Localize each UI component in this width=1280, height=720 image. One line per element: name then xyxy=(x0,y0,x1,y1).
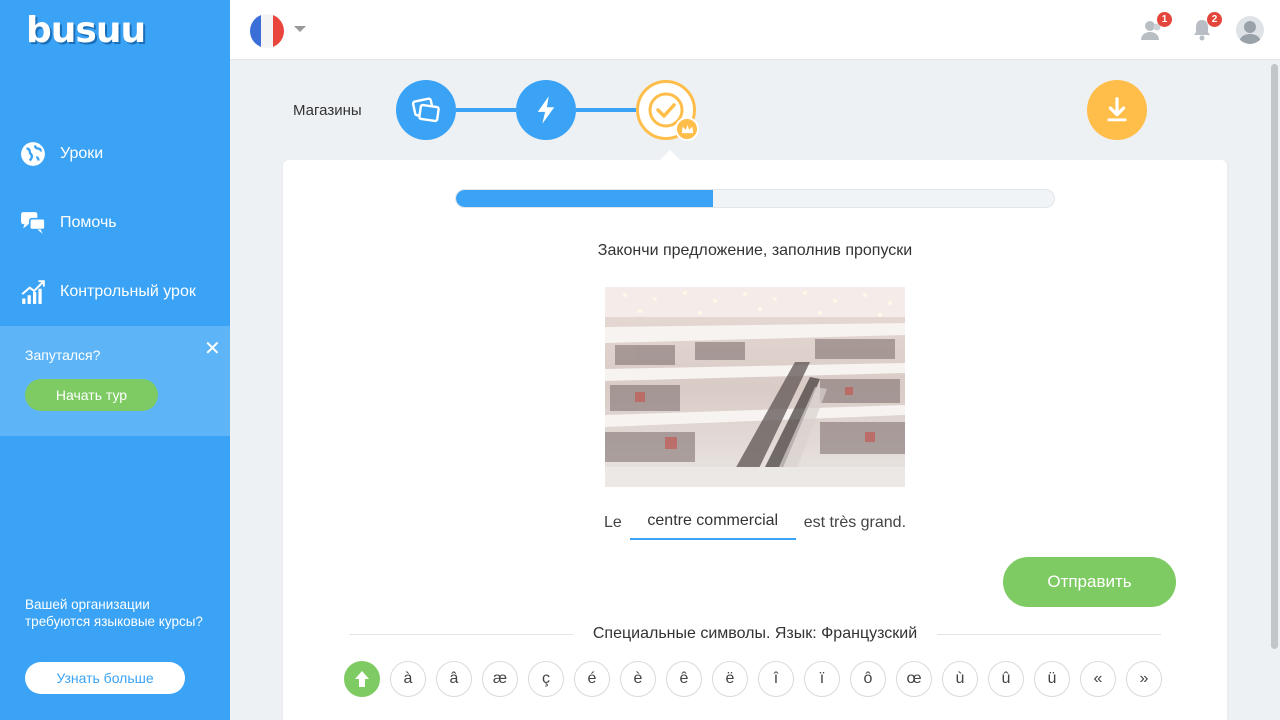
page-scrollbar[interactable] xyxy=(1270,60,1280,720)
special-char-key[interactable]: ê xyxy=(666,661,702,697)
flashcards-icon xyxy=(411,97,440,123)
special-char-key[interactable]: œ xyxy=(896,661,932,697)
special-char-key[interactable]: à xyxy=(390,661,426,697)
chat-icon xyxy=(21,212,46,234)
globe-icon xyxy=(21,142,45,166)
exercise-progress-bar xyxy=(455,189,1055,208)
friends-badge: 1 xyxy=(1157,12,1172,27)
avatar[interactable] xyxy=(1236,16,1264,44)
download-icon xyxy=(1107,97,1127,122)
step-practice[interactable] xyxy=(516,80,576,140)
submit-button[interactable]: Отправить xyxy=(1003,557,1176,607)
sidebar-item-lessons[interactable]: Уроки xyxy=(20,141,103,167)
special-char-key[interactable]: ù xyxy=(942,661,978,697)
tour-question: Запутался? xyxy=(25,347,101,363)
special-char-key[interactable]: « xyxy=(1080,661,1116,697)
special-char-key[interactable]: é xyxy=(574,661,610,697)
bell-icon[interactable]: 2 xyxy=(1190,12,1222,42)
special-chars-title: Специальные символы. Язык: Французский xyxy=(592,625,918,642)
scrollbar-thumb[interactable] xyxy=(1271,64,1278,649)
special-chars-keyboard: à â æ ç é è ê ë î ï ô œ ù û ü « » xyxy=(344,661,1162,697)
exercise-instruction: Закончи предложение, заполнив пропуски xyxy=(597,242,913,259)
friends-icon[interactable]: 1 xyxy=(1140,12,1172,42)
lightning-icon xyxy=(537,96,555,124)
step-review[interactable] xyxy=(636,80,699,141)
step-vocabulary[interactable] xyxy=(396,80,456,140)
sentence-after: est très grand. xyxy=(803,514,907,531)
sidebar-item-checkpoint[interactable]: Контрольный урок xyxy=(20,279,196,305)
divider xyxy=(937,633,1161,635)
sidebar-item-label: Уроки xyxy=(60,145,104,162)
special-chars-header: Специальные символы. Язык: Французский xyxy=(349,625,1161,643)
step-connector xyxy=(576,108,636,112)
progress-fill xyxy=(456,190,714,207)
card-notch xyxy=(658,150,682,162)
org-promo-text: Вашей организации требуются языковые кур… xyxy=(25,597,203,629)
chevron-down-icon[interactable] xyxy=(294,26,306,32)
sidebar: busuu Уроки Помочь Контрольный урок Запу… xyxy=(0,0,230,720)
special-char-key[interactable]: ü xyxy=(1034,661,1070,697)
special-char-key[interactable]: ë xyxy=(712,661,748,697)
special-char-key[interactable]: ï xyxy=(804,661,840,697)
special-char-key[interactable]: » xyxy=(1126,661,1162,697)
special-char-key[interactable]: û xyxy=(988,661,1024,697)
shift-key[interactable] xyxy=(344,661,380,697)
start-tour-button[interactable]: Начать тур xyxy=(25,379,158,411)
special-char-key[interactable]: ç xyxy=(528,661,564,697)
mall-photo xyxy=(605,287,905,487)
download-button[interactable] xyxy=(1087,80,1147,140)
arrow-up-icon xyxy=(355,671,369,687)
special-char-key[interactable]: æ xyxy=(482,661,518,697)
sidebar-item-label: Помочь xyxy=(60,214,117,231)
special-char-key[interactable]: â xyxy=(436,661,472,697)
france-flag-icon[interactable] xyxy=(250,14,284,48)
answer-input[interactable]: centre commercial xyxy=(629,512,796,540)
special-char-key[interactable]: î xyxy=(758,661,794,697)
bar-chart-icon xyxy=(21,280,45,304)
special-char-key[interactable]: è xyxy=(620,661,656,697)
busuu-logo[interactable]: busuu xyxy=(26,10,146,51)
crown-icon xyxy=(675,117,699,141)
top-bar: 1 2 xyxy=(230,0,1280,60)
sidebar-item-help[interactable]: Помочь xyxy=(20,210,117,236)
sidebar-item-label: Контрольный урок xyxy=(60,283,196,300)
special-char-key[interactable]: ô xyxy=(850,661,886,697)
fill-blank-sentence: Le centre commercial est très grand. xyxy=(283,512,1227,540)
lesson-title: Магазины xyxy=(293,102,362,119)
tour-box: Запутался? ✕ Начать тур xyxy=(0,326,230,436)
learn-more-button[interactable]: Узнать больше xyxy=(25,662,185,694)
divider xyxy=(349,633,573,635)
step-connector xyxy=(456,108,516,112)
notifications-badge: 2 xyxy=(1207,12,1222,27)
close-icon[interactable]: ✕ xyxy=(204,336,221,361)
sentence-before: Le xyxy=(603,514,622,531)
